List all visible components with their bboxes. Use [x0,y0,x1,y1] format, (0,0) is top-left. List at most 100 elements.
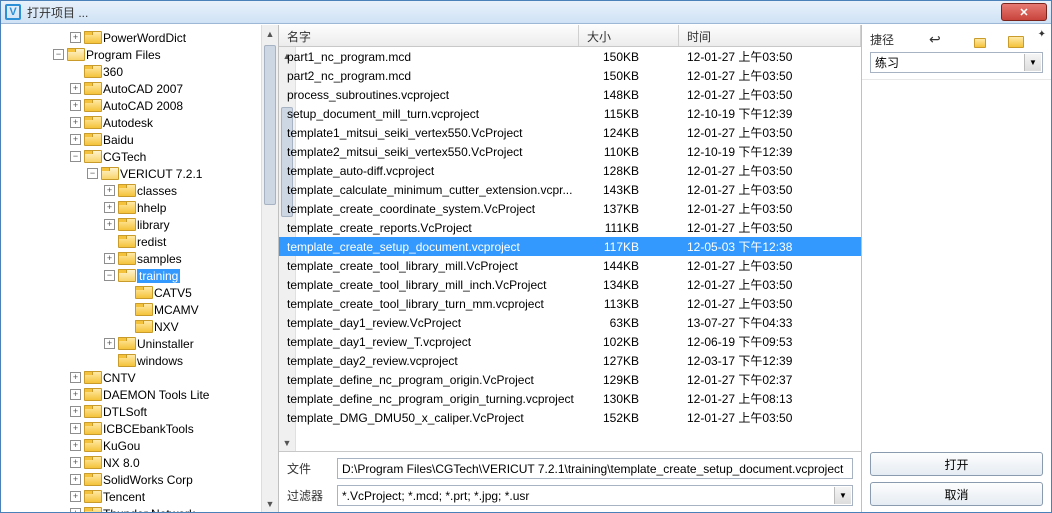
tree-item[interactable]: +NX 8.0 [1,454,278,471]
expand-icon[interactable]: + [70,389,81,400]
tree-item[interactable]: −VERICUT 7.2.1 [1,165,278,182]
file-row[interactable]: template_create_coordinate_system.VcProj… [279,199,861,218]
file-row[interactable]: process_subroutines.vcproject148KB12-01-… [279,85,861,104]
expand-icon[interactable]: + [70,457,81,468]
file-row[interactable]: part1_nc_program.mcd150KB12-01-27 上午03:5… [279,47,861,66]
tree-item-label: MCAMV [154,303,199,317]
folder-icon [118,252,134,265]
tree-item[interactable]: +Uninstaller [1,335,278,352]
up-folder-icon[interactable]: ↩ [929,32,984,48]
expand-icon[interactable]: + [104,185,115,196]
cancel-button[interactable]: 取消 [870,482,1043,506]
file-time: 12-01-27 下午02:37 [679,371,861,388]
file-time: 12-01-27 上午03:50 [679,219,861,236]
collapse-icon[interactable]: − [70,151,81,162]
tree-item[interactable]: +DTLSoft [1,403,278,420]
tree-item[interactable]: +Tencent [1,488,278,505]
expand-icon[interactable]: + [104,219,115,230]
tree-item[interactable]: MCAMV [1,301,278,318]
file-row[interactable]: template1_mitsui_seiki_vertex550.VcProje… [279,123,861,142]
expand-icon[interactable]: + [104,202,115,213]
file-name: template_define_nc_program_origin_turnin… [279,392,579,406]
tree-scrollbar[interactable]: ▲ ▼ [261,25,278,512]
expand-icon[interactable]: + [70,423,81,434]
file-row[interactable]: template_day1_review.VcProject63KB13-07-… [279,313,861,332]
folder-icon [67,48,83,61]
expand-icon[interactable]: + [104,338,115,349]
file-row[interactable]: template_define_nc_program_origin_turnin… [279,389,861,408]
filter-combo[interactable]: *.VcProject; *.mcd; *.prt; *.jpg; *.usr … [337,485,853,506]
tree-item[interactable]: −Program Files [1,46,278,63]
expand-icon[interactable]: + [70,100,81,111]
tree-item[interactable]: +samples [1,250,278,267]
tree-item[interactable]: +KuGou [1,437,278,454]
new-folder-icon[interactable]: ✦ [988,32,1043,48]
expand-icon[interactable]: + [70,491,81,502]
file-row[interactable]: part2_nc_program.mcd150KB12-01-27 上午03:5… [279,66,861,85]
chevron-down-icon[interactable]: ▼ [1024,54,1041,71]
tree-item[interactable]: +Autodesk [1,114,278,131]
expand-icon[interactable]: + [70,440,81,451]
close-button[interactable]: ✕ [1001,3,1047,21]
folder-icon [118,354,134,367]
tree-item[interactable]: +AutoCAD 2007 [1,80,278,97]
tree-item[interactable]: +Thunder Network [1,505,278,512]
file-row[interactable]: setup_document_mill_turn.vcproject115KB1… [279,104,861,123]
file-row[interactable]: template_auto-diff.vcproject128KB12-01-2… [279,161,861,180]
scroll-up-icon[interactable]: ▲ [262,25,278,42]
file-row[interactable]: template_calculate_minimum_cutter_extens… [279,180,861,199]
tree-item[interactable]: −training [1,267,278,284]
tree-item[interactable]: redist [1,233,278,250]
expand-icon[interactable]: + [70,83,81,94]
tree-item[interactable]: −CGTech [1,148,278,165]
file-row[interactable]: template_create_reports.VcProject111KB12… [279,218,861,237]
tree-item[interactable]: +PowerWordDict [1,29,278,46]
tree-item[interactable]: +CNTV [1,369,278,386]
open-button[interactable]: 打开 [870,452,1043,476]
scroll-down-icon[interactable]: ▼ [262,495,278,512]
tree-item[interactable]: NXV [1,318,278,335]
file-row[interactable]: template_create_tool_library_mill.VcProj… [279,256,861,275]
tree-item[interactable]: +ICBCEbankTools [1,420,278,437]
expand-icon[interactable]: + [70,372,81,383]
tree-item[interactable]: +library [1,216,278,233]
tree-item[interactable]: windows [1,352,278,369]
file-row[interactable]: template_create_tool_library_mill_inch.V… [279,275,861,294]
col-size[interactable]: 大小 [579,25,679,46]
file-name: template_create_reports.VcProject [279,221,579,235]
tree-item[interactable]: 360 [1,63,278,80]
file-row[interactable]: template_day2_review.vcproject127KB12-03… [279,351,861,370]
file-row[interactable]: template2_mitsui_seiki_vertex550.VcProje… [279,142,861,161]
collapse-icon[interactable]: − [53,49,64,60]
expand-icon[interactable]: + [70,134,81,145]
file-row[interactable]: template_define_nc_program_origin.VcProj… [279,370,861,389]
tree-item[interactable]: +SolidWorks Corp [1,471,278,488]
tree-item[interactable]: CATV5 [1,284,278,301]
tree-item[interactable]: +Baidu [1,131,278,148]
folder-icon [135,286,151,299]
tree-item[interactable]: +classes [1,182,278,199]
col-time[interactable]: 时间 [679,25,861,46]
tree-item[interactable]: +hhelp [1,199,278,216]
expand-icon[interactable]: + [70,32,81,43]
file-name: template_create_tool_library_mill.VcProj… [279,259,579,273]
tree-item[interactable]: +AutoCAD 2008 [1,97,278,114]
file-row[interactable]: template_create_setup_document.vcproject… [279,237,861,256]
expand-icon[interactable]: + [104,253,115,264]
file-row[interactable]: template_create_tool_library_turn_mm.vcp… [279,294,861,313]
shortcut-combo[interactable]: 练习 ▼ [870,52,1043,73]
tree-item[interactable]: +DAEMON Tools Lite [1,386,278,403]
file-row[interactable]: template_day1_review_T.vcproject102KB12-… [279,332,861,351]
expand-icon[interactable]: + [70,474,81,485]
expand-icon[interactable]: + [70,508,81,512]
chevron-down-icon[interactable]: ▼ [834,487,851,504]
collapse-icon[interactable]: − [104,270,115,281]
col-name[interactable]: 名字 [279,25,579,46]
file-row[interactable]: template_DMG_DMU50_x_caliper.VcProject15… [279,408,861,427]
expand-icon[interactable]: + [70,406,81,417]
folder-icon [84,371,100,384]
expand-icon[interactable]: + [70,117,81,128]
scroll-thumb[interactable] [264,45,276,205]
file-path-input[interactable]: D:\Program Files\CGTech\VERICUT 7.2.1\tr… [337,458,853,479]
collapse-icon[interactable]: − [87,168,98,179]
